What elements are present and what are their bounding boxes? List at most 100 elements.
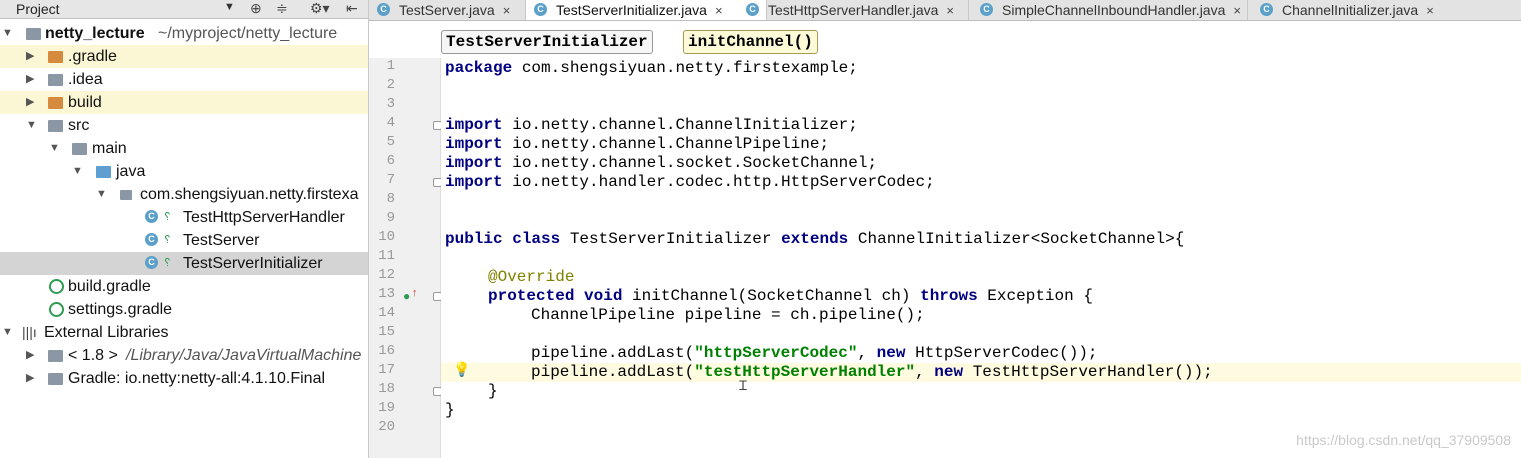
tree-item-label: .gradle <box>68 48 117 65</box>
tab-testserverinitializer[interactable]: C TestServerInitializer.java × <box>526 0 767 20</box>
tab-label: TestServerInitializer.java <box>556 2 707 18</box>
tree-item-label: main <box>92 140 127 157</box>
line-number: 11 <box>378 248 395 264</box>
code-line-14: ChannelPipeline pipeline = ch.pipeline()… <box>531 306 925 324</box>
tab-testhttpserverhandler[interactable]: C TestHttpServerHandler.java × <box>738 0 969 20</box>
tree-item-path: /Library/Java/JavaVirtualMachine <box>126 347 362 364</box>
tab-label: TestServer.java <box>399 2 495 18</box>
expanded-arrow-icon[interactable]: ▼ <box>72 160 83 183</box>
tree-item-label: com.shengsiyuan.netty.firstexa <box>140 186 359 203</box>
tree-item-label: build <box>68 94 102 111</box>
line-number: 13 <box>378 286 395 302</box>
tree-item-src[interactable]: ▼ src <box>0 114 368 137</box>
access-icon: ␦ <box>163 234 172 246</box>
breadcrumb-method[interactable]: initChannel() <box>683 30 818 54</box>
collapsed-arrow-icon[interactable]: ▶ <box>26 91 34 114</box>
source-folder-icon <box>96 166 111 178</box>
package-icon <box>120 190 132 200</box>
tree-item-build-gradle[interactable]: build.gradle <box>0 275 368 298</box>
gradle-icon <box>49 279 64 294</box>
tree-item-gradle-netty[interactable]: ▶ Gradle: io.netty:netty-all:4.1.10.Fina… <box>0 367 368 390</box>
code-line-19: } <box>445 401 455 419</box>
tree-item-testserverinitializer[interactable]: C ␦ TestServerInitializer <box>0 252 368 275</box>
collapsed-arrow-icon[interactable]: ▶ <box>26 367 34 390</box>
line-number: 6 <box>386 153 395 169</box>
tree-item-label: java <box>116 163 146 180</box>
line-number: 7 <box>386 172 395 188</box>
tree-item-gradle-folder[interactable]: ▶ .gradle <box>0 45 368 68</box>
line-number: 10 <box>378 229 395 245</box>
tree-item-label: .idea <box>68 71 103 88</box>
tree-item-testserver[interactable]: C ␦ TestServer <box>0 229 368 252</box>
close-icon[interactable]: × <box>715 3 723 18</box>
code-editor[interactable]: 💡 package com.shengsiyuan.netty.firstexa… <box>441 58 1521 458</box>
tree-item-label: build.gradle <box>68 278 151 295</box>
code-line-12: @Override <box>488 268 575 286</box>
folder-icon <box>48 51 63 63</box>
collapsed-arrow-icon[interactable]: ▶ <box>26 68 34 91</box>
tree-item-settings-gradle[interactable]: settings.gradle <box>0 298 368 321</box>
folder-icon <box>72 143 87 155</box>
jdk-icon <box>48 350 63 362</box>
close-icon[interactable]: × <box>503 3 511 18</box>
tree-item-main[interactable]: ▼ main <box>0 137 368 160</box>
close-icon[interactable]: × <box>1233 3 1241 18</box>
hide-icon[interactable]: ⇤ <box>346 0 358 17</box>
tree-item-build[interactable]: ▶ build <box>0 91 368 114</box>
tree-item-external-libraries[interactable]: ▼ |||ı External Libraries <box>0 321 368 344</box>
target-icon[interactable]: ⊕ <box>250 0 262 17</box>
collapsed-arrow-icon[interactable]: ▶ <box>26 344 34 367</box>
tree-item-java[interactable]: ▼ java <box>0 160 368 183</box>
tree-item-idea[interactable]: ▶ .idea <box>0 68 368 91</box>
class-icon: C <box>534 3 547 16</box>
tab-testserver[interactable]: C TestServer.java × <box>369 0 526 20</box>
class-icon: C <box>980 3 993 16</box>
code-line-17: pipeline.addLast("testHttpServerHandler"… <box>531 363 1213 381</box>
tree-item-label: Gradle: io.netty:netty-all:4.1.10.Final <box>68 370 326 387</box>
project-panel-title[interactable]: Project <box>16 1 60 17</box>
line-number: 15 <box>378 324 395 340</box>
class-icon: C <box>145 233 158 246</box>
folder-icon <box>48 120 63 132</box>
tree-item-label: settings.gradle <box>68 301 173 318</box>
tab-channelinitializer[interactable]: C ChannelInitializer.java × <box>1252 0 1472 20</box>
tree-item-netty-lecture[interactable]: ▼ netty_lecture ~/myproject/netty_lectur… <box>0 22 368 45</box>
tree-item-testhttpserverhandler[interactable]: C ␦ TestHttpServerHandler <box>0 206 368 229</box>
editor-tab-bar: C TestServer.java × C TestServerInitializer… <box>369 0 1521 21</box>
editor-gutter[interactable]: 1 2 3 4 5 6 7 8 9 10 11 12 13 14 15 16 1… <box>369 58 442 458</box>
line-number: 5 <box>386 134 395 150</box>
chevron-down-icon[interactable]: ▼ <box>224 1 235 13</box>
override-arrow-icon[interactable]: ↑ <box>412 287 418 299</box>
expanded-arrow-icon[interactable]: ▼ <box>49 137 60 160</box>
tab-label: SimpleChannelInboundHandler.java <box>1002 2 1226 18</box>
line-number: 19 <box>378 400 395 416</box>
collapse-icon[interactable]: ≑ <box>276 0 288 17</box>
code-line-5: import io.netty.channel.ChannelPipeline; <box>445 135 830 153</box>
gear-icon[interactable]: ⚙▾ <box>310 0 330 17</box>
override-method-icon[interactable]: ● <box>403 289 410 303</box>
code-line-16: pipeline.addLast("httpServerCodec", new … <box>531 344 1098 362</box>
class-icon: C <box>377 3 390 16</box>
project-panel: Project ▼ ⊕ ≑ ⚙▾ ⇤ ▼ netty_lecture ~/myp… <box>0 0 369 458</box>
tree-item-package[interactable]: ▼ com.shengsiyuan.netty.firstexa <box>0 183 368 206</box>
library-icon: |||ı <box>22 324 37 340</box>
tab-simplechannelinboundhandler[interactable]: C SimpleChannelInboundHandler.java × <box>972 0 1248 20</box>
breadcrumb-class[interactable]: TestServerInitializer <box>441 30 653 54</box>
code-line-10: public class TestServerInitializer exten… <box>445 230 1185 248</box>
expanded-arrow-icon[interactable]: ▼ <box>2 321 13 344</box>
library-jar-icon <box>48 373 63 385</box>
project-panel-header: Project ▼ ⊕ ≑ ⚙▾ ⇤ <box>0 0 368 19</box>
tree-item-label: netty_lecture <box>45 25 145 42</box>
code-line-13: protected void initChannel(SocketChannel… <box>488 287 1093 305</box>
class-icon: C <box>145 210 158 223</box>
close-icon[interactable]: × <box>1426 3 1434 18</box>
collapsed-arrow-icon[interactable]: ▶ <box>26 45 34 68</box>
close-icon[interactable]: × <box>946 3 954 18</box>
lightbulb-icon[interactable]: 💡 <box>453 361 470 378</box>
tree-item-jdk[interactable]: ▶ < 1.8 > /Library/Java/JavaVirtualMachi… <box>0 344 368 367</box>
expanded-arrow-icon[interactable]: ▼ <box>26 114 37 137</box>
class-icon: C <box>746 3 759 16</box>
expanded-arrow-icon[interactable]: ▼ <box>2 22 13 45</box>
expanded-arrow-icon[interactable]: ▼ <box>96 183 107 206</box>
code-line-4: import io.netty.channel.ChannelInitializ… <box>445 116 858 134</box>
